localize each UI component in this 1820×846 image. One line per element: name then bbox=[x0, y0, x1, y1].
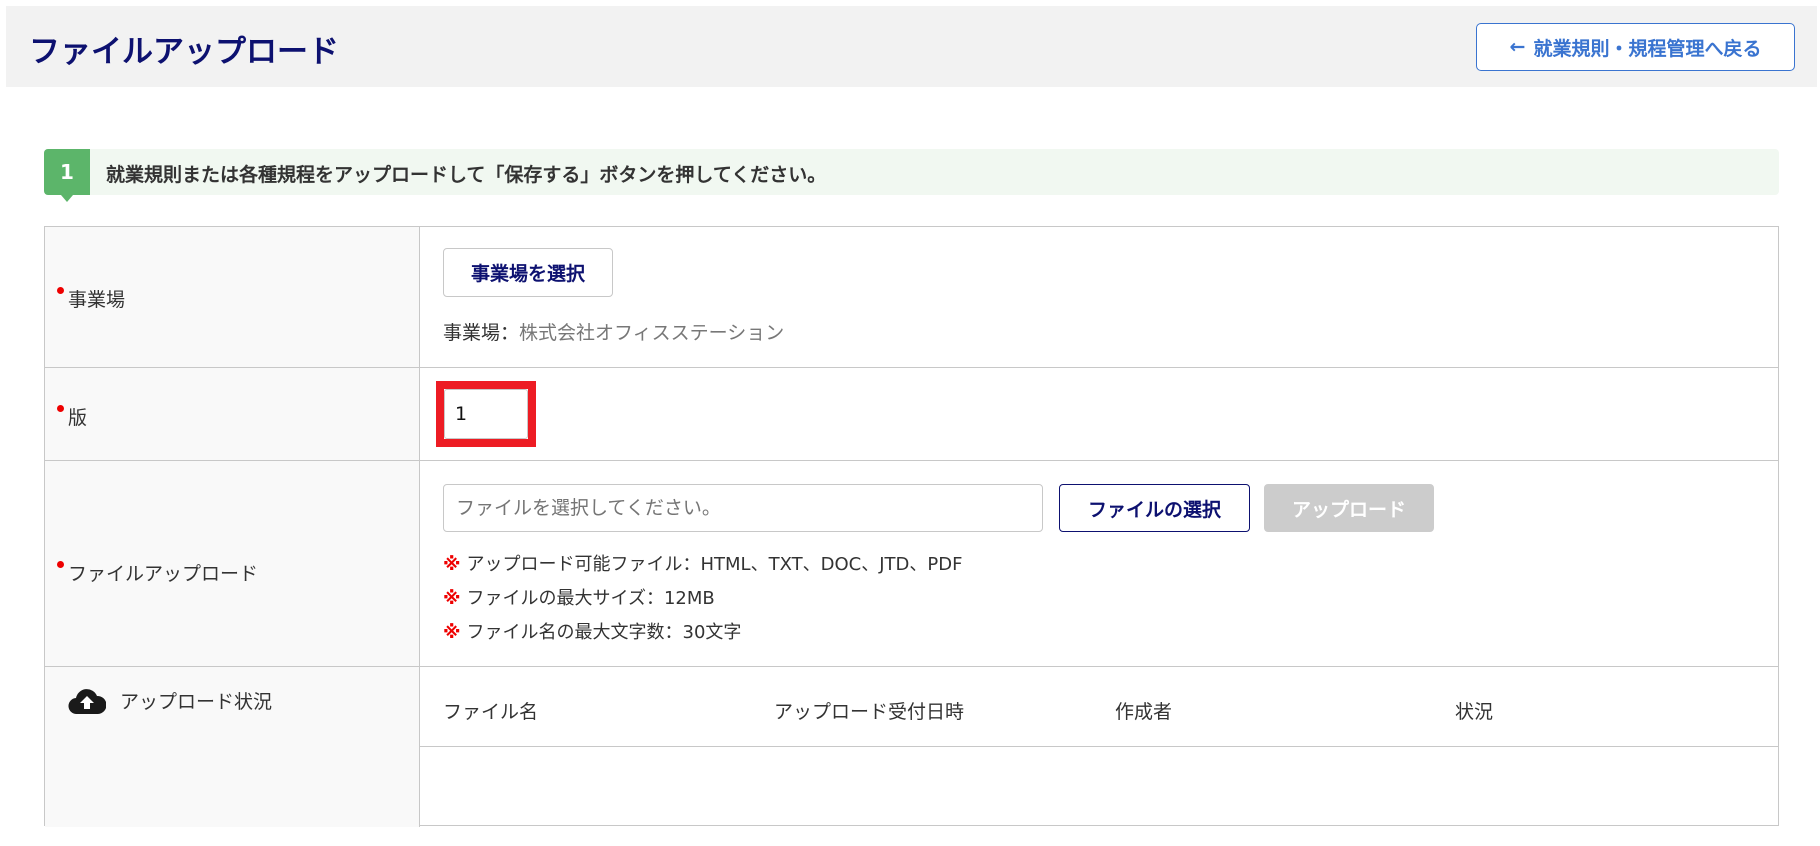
highlight-box bbox=[436, 381, 536, 447]
note-text: ファイル名の最大文字数：30文字 bbox=[466, 622, 742, 643]
row-workplace: 事業場 事業場を選択 事業場：株式会社オフィスステーション bbox=[45, 227, 1778, 368]
label-cell: 版 bbox=[45, 368, 420, 460]
edition-label: 版 bbox=[68, 407, 88, 429]
file-note: ※ ファイルの最大サイズ：12MB bbox=[443, 584, 715, 610]
page-title: ファイルアップロード bbox=[29, 34, 339, 70]
label-cell: 事業場 bbox=[45, 227, 420, 367]
choose-file-button[interactable]: ファイルの選択 bbox=[1059, 484, 1250, 532]
cloud-upload-icon bbox=[68, 689, 106, 715]
workplace-label: 事業場 bbox=[68, 289, 126, 311]
file-note: ※ アップロード可能ファイル：HTML、TXT、DOC、JTD、PDF bbox=[443, 550, 962, 576]
row-edition: 版 bbox=[45, 368, 1778, 461]
upload-button[interactable]: アップロード bbox=[1264, 484, 1434, 532]
required-dot-icon bbox=[57, 287, 64, 294]
column-header-received-at: アップロード受付日時 bbox=[774, 701, 965, 723]
selected-workplace-prefix: 事業場： bbox=[443, 322, 520, 344]
note-text: ファイルの最大サイズ：12MB bbox=[466, 588, 715, 609]
note-mark: ※ bbox=[443, 622, 461, 643]
step-instruction: 1 就業規則または各種規程をアップロードして「保存する」ボタンを押してください。 bbox=[44, 149, 1779, 202]
edition-input[interactable] bbox=[444, 389, 528, 439]
arrow-left-icon: ← bbox=[1509, 36, 1526, 58]
page-header: ファイルアップロード ← 就業規則・規程管理へ戻る bbox=[6, 6, 1817, 87]
column-header-filename: ファイル名 bbox=[443, 701, 539, 723]
back-button-label: 就業規則・規程管理へ戻る bbox=[1533, 37, 1762, 60]
file-upload-label: ファイルアップロード bbox=[68, 563, 259, 585]
required-dot-icon bbox=[57, 405, 64, 412]
label-cell: ファイルアップロード bbox=[45, 461, 420, 666]
column-header-author: 作成者 bbox=[1115, 701, 1173, 723]
upload-form-table: 事業場 事業場を選択 事業場：株式会社オフィスステーション 版 ファイルアップロ… bbox=[44, 226, 1779, 827]
row-upload-status: アップロード状況 ファイル名 アップロード受付日時 作成者 状況 bbox=[45, 667, 1778, 827]
column-header-status: 状況 bbox=[1455, 701, 1494, 723]
select-workplace-button[interactable]: 事業場を選択 bbox=[443, 248, 613, 297]
label-cell: アップロード状況 bbox=[45, 667, 420, 827]
upload-status-label: アップロード状況 bbox=[120, 691, 273, 713]
note-mark: ※ bbox=[443, 588, 461, 609]
row-file-upload: ファイルアップロード ファイルの選択 アップロード ※アップロード可能ファイル：… bbox=[45, 461, 1778, 667]
back-to-rules-button[interactable]: ← 就業規則・規程管理へ戻る bbox=[1476, 23, 1795, 71]
step-text: 就業規則または各種規程をアップロードして「保存する」ボタンを押してください。 bbox=[106, 164, 827, 186]
selected-workplace: 事業場：株式会社オフィスステーション bbox=[443, 318, 784, 345]
status-table-header: ファイル名 アップロード受付日時 作成者 状況 bbox=[420, 667, 1778, 747]
selected-workplace-value: 株式会社オフィスステーション bbox=[519, 322, 785, 344]
file-path-input[interactable] bbox=[443, 484, 1043, 532]
note-text: アップロード可能ファイル：HTML、TXT、DOC、JTD、PDF bbox=[466, 554, 963, 575]
file-note: ※ ファイル名の最大文字数：30文字 bbox=[443, 618, 741, 644]
note-mark: ※ bbox=[443, 554, 461, 575]
step-badge: 1 bbox=[44, 149, 90, 202]
required-dot-icon bbox=[57, 561, 64, 568]
